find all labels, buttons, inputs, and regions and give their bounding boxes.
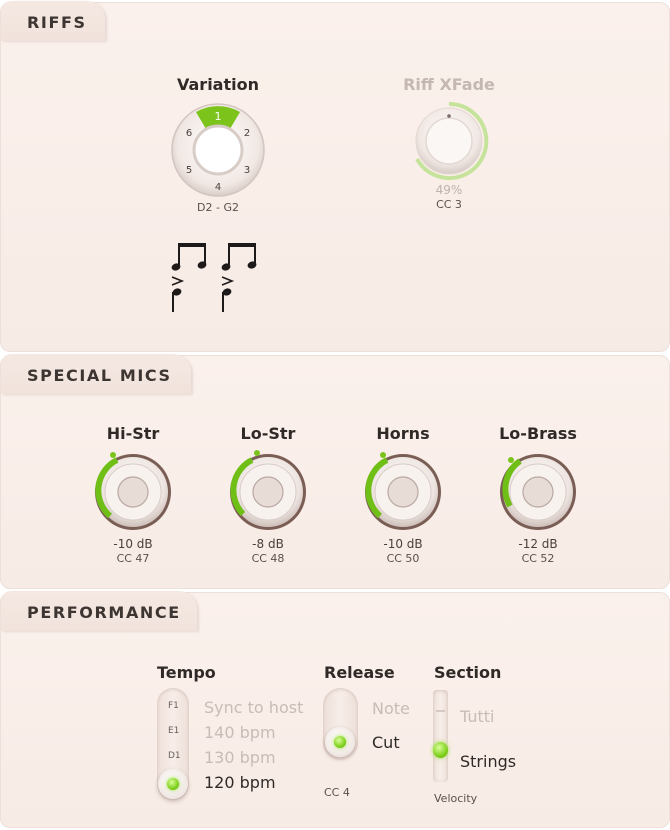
release-switch-handle[interactable] [325,727,355,757]
section-option-tutti[interactable]: Tutti [460,707,494,726]
riffs-panel: RIFFS [0,1,670,352]
mic-lo-str-title: Lo-Str [240,424,296,443]
section-footer-velocity: Velocity [434,792,478,805]
variation-label-5: 5 [186,165,192,176]
section-title: Section [434,663,502,682]
mic-horns-value: -10 dB [383,537,423,551]
variation-selector[interactable]: 1 2 3 4 5 6 [168,100,268,200]
release-title: Release [324,663,395,682]
section-slider-rail[interactable] [433,690,448,782]
xfade-cc: CC 3 [436,198,462,211]
tempo-step-e1: E1 [168,726,180,736]
mic-hi-str-cc: CC 47 [116,552,150,565]
mic-horns-knob[interactable] [361,450,445,534]
mic-lo-str-knob[interactable] [226,450,310,534]
xfade-title: Riff XFade [403,75,495,94]
special-mics-tab: SPECIAL MICS [1,354,191,394]
mic-horns-cc: CC 50 [386,552,420,565]
tempo-step-f1: F1 [168,701,179,711]
mic-lo-brass-cc: CC 52 [521,552,555,565]
mic-lo-str-cc: CC 48 [251,552,285,565]
mic-lo-brass-title: Lo-Brass [499,424,577,443]
performance-tab: PERFORMANCE [1,591,197,631]
variation-title: Variation [177,75,259,94]
variation-label-2: 2 [244,128,250,139]
xfade-knob[interactable] [409,101,489,181]
release-cc: CC 4 [324,786,350,799]
mic-lo-brass-knob[interactable] [496,450,580,534]
mic-lo-str-value: -8 dB [252,537,284,551]
variation-label-3: 3 [244,165,250,176]
mic-lo-brass-value: -12 dB [518,537,558,551]
variation-label-6: 6 [186,128,192,139]
variation-label-4: 4 [215,182,221,193]
tempo-title: Tempo [157,663,216,682]
tempo-option-sync[interactable]: Sync to host [204,698,303,717]
section-option-strings[interactable]: Strings [460,752,516,771]
variation-range: D2 - G2 [197,201,239,214]
release-option-cut[interactable]: Cut [372,733,400,752]
rhythm-notation-icon [171,243,257,312]
tempo-option-120[interactable]: 120 bpm [204,773,276,792]
tempo-switch-handle[interactable] [158,769,188,799]
mic-hi-str-title: Hi-Str [106,424,160,443]
section-slider-tick [436,710,445,712]
xfade-value: 49% [435,183,463,197]
mic-hi-str-value: -10 dB [113,537,153,551]
tempo-option-140[interactable]: 140 bpm [204,723,276,742]
variation-label-1: 1 [215,110,222,123]
mic-hi-str-knob[interactable] [91,450,175,534]
tempo-option-130[interactable]: 130 bpm [204,748,276,767]
tempo-step-d1: D1 [168,751,181,761]
section-slider-thumb[interactable] [433,742,448,758]
release-option-note[interactable]: Note [372,699,410,718]
riffs-tab: RIFFS [1,1,105,41]
mic-horns-title: Horns [376,424,430,443]
